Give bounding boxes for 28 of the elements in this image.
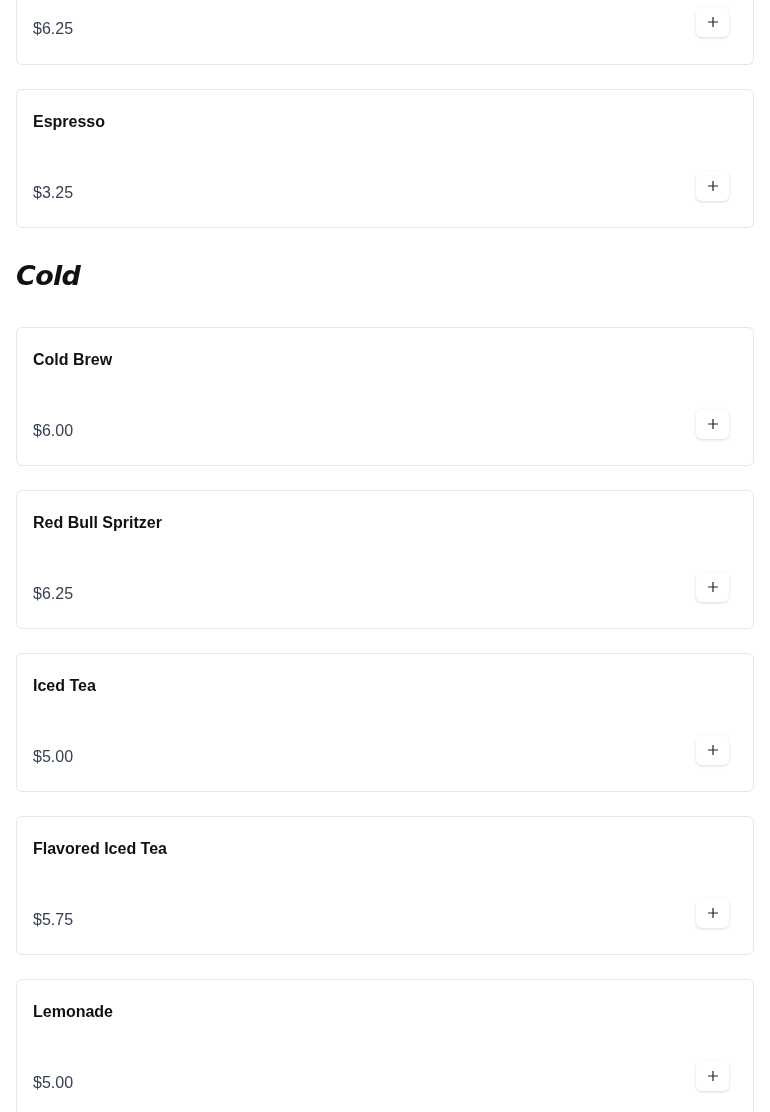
add-button[interactable] [696,572,729,602]
add-button[interactable] [696,898,729,928]
add-button[interactable] [696,171,729,201]
item-price: $6.25 [33,584,74,604]
item-price: $5.00 [33,747,74,767]
add-button[interactable] [696,735,729,765]
plus-icon [707,745,718,755]
item-price: $3.25 [33,183,74,203]
section-heading: Cold [16,260,81,292]
add-button[interactable] [696,409,729,439]
item-name: Iced Tea [33,676,96,696]
item-price: $5.00 [33,1073,74,1093]
plus-icon [707,1071,718,1081]
plus-icon [707,582,718,592]
item-price: $5.75 [33,910,74,930]
item-name: Espresso [33,112,106,132]
item-name: Lemonade [33,1002,113,1022]
item-name: Red Bull Spritzer [33,513,162,533]
item-name: Cold Brew [33,350,113,370]
add-button[interactable] [696,1061,729,1091]
item-name: Flavored Iced Tea [33,839,167,859]
item-price: $6.25 [33,19,74,39]
plus-icon [707,908,718,918]
plus-icon [707,17,718,27]
add-button[interactable] [696,7,729,37]
plus-icon [707,419,718,429]
item-price: $6.00 [33,421,74,441]
plus-icon [707,181,718,191]
